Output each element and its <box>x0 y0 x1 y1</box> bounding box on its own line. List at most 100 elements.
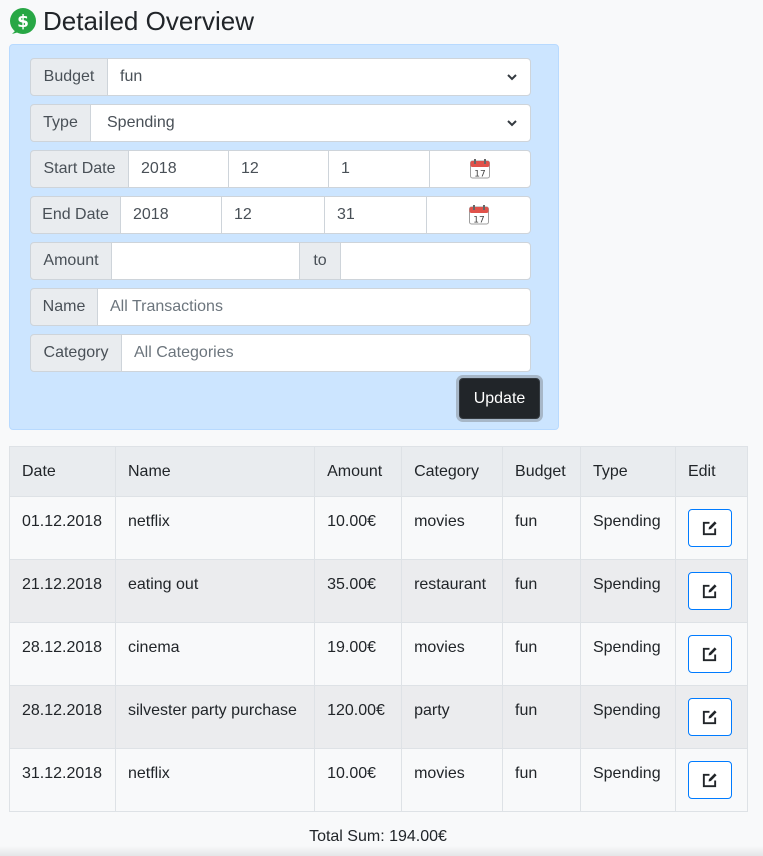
column-header-category: Category <box>401 446 504 497</box>
category-label: Category <box>30 334 122 372</box>
cell-amount: 10.00€ <box>314 748 403 812</box>
update-button[interactable]: Update <box>459 378 540 419</box>
budget-label: Budget <box>30 58 108 96</box>
name-input[interactable]: All Transactions <box>97 288 531 326</box>
amount-label: Amount <box>30 242 112 280</box>
chevron-down-icon <box>507 74 517 81</box>
cell-amount: 19.00€ <box>314 622 403 686</box>
end-month-input[interactable]: 12 <box>221 196 325 234</box>
edit-button[interactable] <box>687 761 732 799</box>
cell-date: 01.12.2018 <box>9 496 116 560</box>
start-month-input[interactable]: 12 <box>228 150 329 188</box>
edit-button[interactable] <box>687 698 732 736</box>
edit-icon <box>703 646 718 661</box>
start-date-filter: Start Date 2018 12 1 17 <box>30 150 531 188</box>
cell-edit <box>674 748 749 812</box>
page-title: $ Detailed Overview <box>9 4 254 38</box>
edit-button[interactable] <box>687 572 732 610</box>
table-row: 28.12.2018 cinema 19.00€ movies fun Spen… <box>9 622 749 686</box>
type-select-value: Spending <box>107 114 175 131</box>
end-date-filter: End Date 2018 12 31 17 <box>30 196 531 234</box>
cell-category: movies <box>401 496 504 560</box>
cell-type: Spending <box>579 748 676 812</box>
cell-edit <box>674 559 749 623</box>
cell-category: movies <box>401 622 504 686</box>
cell-type: Spending <box>579 496 676 560</box>
cell-date: 28.12.2018 <box>9 685 116 749</box>
svg-text:17: 17 <box>474 170 485 180</box>
transactions-table: Date Name Amount Category Budget Type Ed… <box>9 446 749 812</box>
column-header-amount: Amount <box>314 446 403 497</box>
cell-name: eating out <box>114 559 316 623</box>
cell-amount: 35.00€ <box>314 559 403 623</box>
start-date-label: Start Date <box>30 150 129 188</box>
cell-name: silvester party purchase <box>114 685 316 749</box>
column-header-date: Date <box>9 446 116 497</box>
end-date-label: End Date <box>30 196 121 234</box>
end-year-input[interactable]: 2018 <box>120 196 222 234</box>
end-date-picker-button[interactable]: 17 <box>426 196 531 234</box>
budget-filter: Budget fun <box>30 58 531 96</box>
cell-edit <box>674 496 749 560</box>
cell-type: Spending <box>579 559 676 623</box>
start-year-input[interactable]: 2018 <box>128 150 229 188</box>
start-date-picker-button[interactable]: 17 <box>429 150 531 188</box>
table-row: 21.12.2018 eating out 35.00€ restaurant … <box>9 559 749 623</box>
dollar-circle-icon: $ <box>10 8 36 34</box>
amount-to-label: to <box>299 242 341 280</box>
cell-date: 31.12.2018 <box>9 748 116 812</box>
total-sum: Total Sum: 194.00€ <box>309 828 447 845</box>
amount-min-input[interactable] <box>111 242 300 280</box>
edit-icon <box>703 772 718 787</box>
cell-budget: fun <box>502 496 581 560</box>
cell-date: 21.12.2018 <box>9 559 116 623</box>
cell-category: restaurant <box>401 559 504 623</box>
type-label: Type <box>30 104 91 142</box>
table-row: 28.12.2018 silvester party purchase 120.… <box>9 685 749 749</box>
name-label: Name <box>30 288 98 326</box>
cell-budget: fun <box>502 559 581 623</box>
category-input[interactable]: All Categories <box>121 334 531 372</box>
start-day-input[interactable]: 1 <box>328 150 430 188</box>
page-title-text: Detailed Overview <box>43 5 254 36</box>
edit-icon <box>703 583 718 598</box>
amount-max-input[interactable] <box>340 242 531 280</box>
cell-category: party <box>401 685 504 749</box>
amount-filter: Amount to <box>30 242 531 280</box>
cell-amount: 10.00€ <box>314 496 403 560</box>
table-header-row: Date Name Amount Category Budget Type Ed… <box>9 446 749 497</box>
budget-select-value: fun <box>120 68 143 85</box>
cell-date: 28.12.2018 <box>9 622 116 686</box>
cell-edit <box>674 685 749 749</box>
calendar-icon: 17 <box>470 159 490 180</box>
cell-name: cinema <box>114 622 316 686</box>
table-row: 01.12.2018 netflix 10.00€ movies fun Spe… <box>9 496 749 560</box>
cell-type: Spending <box>579 685 676 749</box>
column-header-edit: Edit <box>674 446 749 497</box>
cell-budget: fun <box>502 748 581 812</box>
cell-name: netflix <box>114 496 316 560</box>
calendar-icon: 17 <box>468 205 489 226</box>
column-header-name: Name <box>114 446 316 497</box>
column-header-type: Type <box>579 446 676 497</box>
column-header-budget: Budget <box>502 446 581 497</box>
cell-budget: fun <box>502 622 581 686</box>
table-row: 31.12.2018 netflix 10.00€ movies fun Spe… <box>9 748 749 812</box>
cell-category: movies <box>401 748 504 812</box>
name-filter: Name All Transactions <box>30 288 531 326</box>
type-filter: Type Spending <box>30 104 531 142</box>
cell-edit <box>674 622 749 686</box>
category-filter: Category All Categories <box>30 334 531 372</box>
end-day-input[interactable]: 31 <box>324 196 427 234</box>
filter-panel: Budget fun Type Spending Start Date 2018… <box>9 44 559 430</box>
edit-button[interactable] <box>687 635 732 673</box>
type-select[interactable]: Spending <box>90 104 531 142</box>
edit-icon <box>703 520 718 535</box>
budget-select[interactable]: fun <box>107 58 531 96</box>
bottom-shade <box>0 846 763 856</box>
svg-text:17: 17 <box>473 216 484 226</box>
svg-text:$: $ <box>17 12 29 32</box>
edit-icon <box>703 709 718 724</box>
cell-budget: fun <box>502 685 581 749</box>
edit-button[interactable] <box>687 509 732 547</box>
